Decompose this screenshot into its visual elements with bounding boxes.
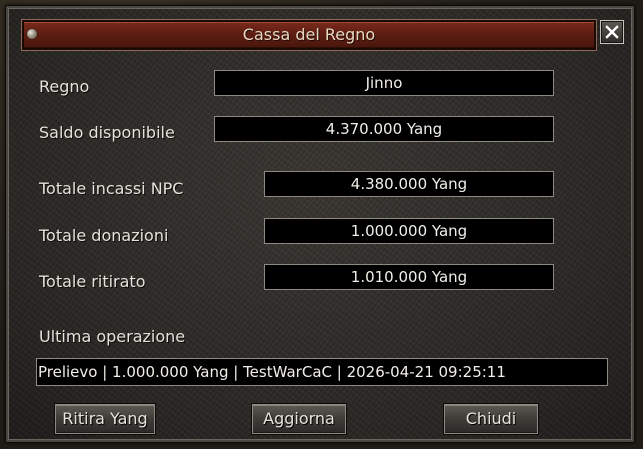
- title-bar[interactable]: Cassa del Regno: [21, 19, 597, 51]
- kingdom-label: Regno: [39, 77, 90, 96]
- npc-income-field: 4.380.000 Yang: [264, 171, 554, 197]
- window-title: Cassa del Regno: [242, 25, 376, 44]
- last-operation-field: Prelievo | 1.000.000 Yang | TestWarCaC |…: [36, 358, 608, 386]
- withdraw-yang-button[interactable]: Ritira Yang: [54, 403, 156, 435]
- last-operation-label: Ultima operazione: [39, 327, 186, 346]
- npc-income-label: Totale incassi NPC: [39, 179, 184, 198]
- kingdom-field: Jinno: [214, 70, 554, 96]
- donations-field: 1.000.000 Yang: [264, 218, 554, 244]
- close-button[interactable]: Chiudi: [443, 403, 539, 435]
- close-icon: [605, 25, 619, 39]
- game-scene: Cassa del Regno Regno Jinno Saldo dispon…: [0, 0, 643, 449]
- close-window-button[interactable]: [600, 20, 624, 44]
- donations-label: Totale donazioni: [39, 226, 169, 245]
- refresh-button[interactable]: Aggiorna: [251, 403, 347, 435]
- withdrawn-label: Totale ritirato: [39, 272, 146, 291]
- withdrawn-field: 1.010.000 Yang: [264, 264, 554, 290]
- available-balance-label: Saldo disponibile: [39, 123, 175, 142]
- available-balance-field: 4.370.000 Yang: [214, 116, 554, 142]
- kingdom-treasury-window: Cassa del Regno Regno Jinno Saldo dispon…: [5, 5, 635, 443]
